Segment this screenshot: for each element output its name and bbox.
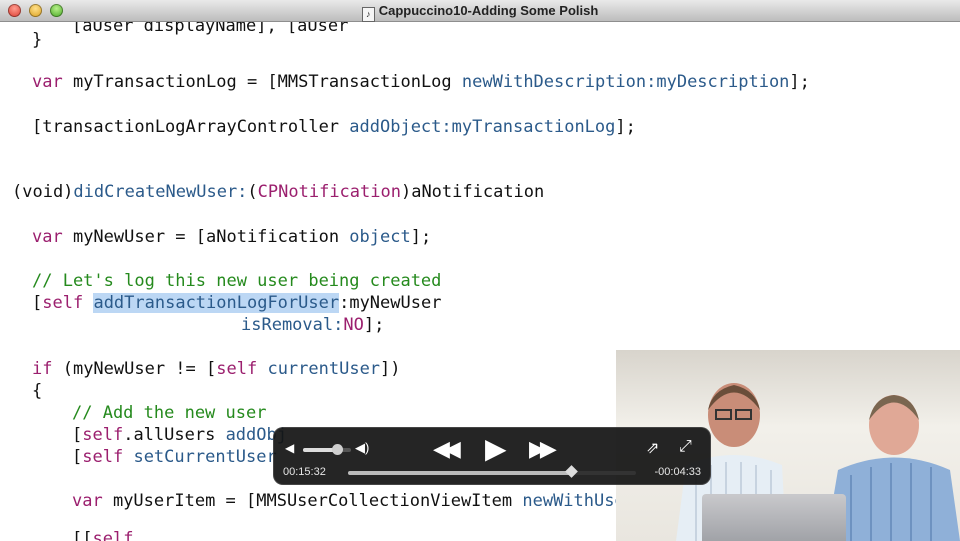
code-line: var myNewUser = [aNotification object]; — [32, 227, 431, 247]
code-token: var — [32, 227, 63, 247]
code-token: ]; — [363, 315, 385, 335]
code-token: didCreateNewUser: — [73, 182, 248, 202]
code-token: :myNewUser — [339, 293, 442, 313]
volume-high-icon[interactable]: ◀) — [355, 440, 369, 456]
code-line: [self addTransactionLogForUser:myNewUser — [32, 293, 441, 313]
code-line: // Let's log this new user being created — [32, 271, 441, 291]
volume-slider[interactable] — [303, 444, 351, 455]
code-token: self — [42, 293, 84, 313]
code-token: [ — [72, 425, 83, 445]
code-token: object — [349, 227, 411, 247]
playback-scrubber[interactable] — [348, 465, 636, 478]
code-token: self — [82, 447, 124, 467]
code-token: var — [32, 72, 63, 92]
code-token: // Add the new user — [72, 403, 267, 423]
code-token: [ — [32, 293, 43, 313]
movie-file-icon: ♪ — [361, 7, 375, 22]
code-line: // Add the new user — [72, 403, 266, 423]
code-token: myTransactionLog = [ — [62, 72, 278, 92]
code-token: MMSTransactionLog — [277, 72, 452, 92]
code-line: { — [32, 381, 42, 401]
code-token: var — [72, 491, 103, 511]
playback-progress-fill — [348, 471, 571, 475]
window-title-group: ♪ Cappuccino10-Adding Some Polish — [0, 3, 960, 22]
volume-low-icon[interactable]: ◀ — [285, 441, 294, 455]
code-token: ]) — [380, 359, 401, 379]
fast-forward-icon[interactable]: ▶▶ — [529, 436, 557, 462]
code-token: setCurrentUser — [133, 447, 277, 467]
code-token: [ — [72, 447, 83, 467]
code-token: .allUsers — [123, 425, 226, 445]
code-line: [[self — [72, 529, 133, 541]
remaining-time: -00:04:33 — [654, 466, 701, 478]
code-token: currentUser — [267, 359, 381, 379]
code-token: ]; — [789, 72, 810, 92]
code-token: // Let's log this new user being created — [32, 271, 442, 291]
code-line: [aUser displayName], [aUser — [72, 22, 349, 36]
code-token: myNewUser = [aNotification — [62, 227, 350, 247]
window-titlebar: ♪ Cappuccino10-Adding Some Polish — [0, 0, 960, 22]
code-token: [[ — [72, 529, 93, 541]
code-token: if — [32, 359, 53, 379]
code-token: (myNewUser != [ — [52, 359, 217, 379]
code-line: var myTransactionLog = [MMSTransactionLo… — [32, 72, 810, 92]
code-line: [self setCurrentUser — [72, 447, 277, 467]
code-token: self — [82, 425, 124, 445]
code-line: (void)didCreateNewUser:(CPNotification)a… — [12, 182, 544, 202]
rewind-icon[interactable]: ◀◀ — [433, 436, 461, 462]
elapsed-time: 00:15:32 — [283, 466, 326, 478]
code-line: } — [32, 30, 43, 50]
code-line: [transactionLogArrayController addObject… — [32, 117, 636, 137]
volume-slider-knob[interactable] — [331, 444, 343, 455]
code-token: CPNotification — [257, 182, 401, 202]
code-token: myUserItem = [MMSUserCollectionViewItem — [102, 491, 523, 511]
fullscreen-icon[interactable]: ⤢ — [679, 438, 692, 456]
code-token: newWithDescription:myDescription — [461, 72, 790, 92]
code-token: addObject:myTransactionLog — [349, 117, 616, 137]
code-token: isRemoval: — [241, 315, 344, 335]
code-token: ]; — [410, 227, 432, 247]
playback-controls-hud: ◀ ◀) ◀◀ ▶ ▶▶ ⇗ ⤢ 00:15:32 -00:04:33 — [273, 427, 711, 485]
code-line: isRemoval:NO]; — [241, 315, 384, 335]
code-token: [transactionLogArrayController — [32, 117, 350, 137]
code-token: self — [216, 359, 258, 379]
code-token: )aNotification — [400, 182, 545, 202]
code-line: if (myNewUser != [self currentUser]) — [32, 359, 401, 379]
laptop-lid — [702, 494, 846, 541]
code-token: NO — [343, 315, 364, 335]
share-icon[interactable]: ⇗ — [646, 438, 659, 458]
code-token: self — [92, 529, 134, 541]
code-token: { — [32, 381, 43, 401]
code-token: ( — [247, 182, 258, 202]
presenter-right-figure — [826, 395, 960, 541]
code-line: var myUserItem = [MMSUserCollectionViewI… — [72, 491, 645, 511]
code-token: ]; — [615, 117, 636, 137]
window-title: Cappuccino10-Adding Some Polish — [378, 3, 599, 18]
selected-code-token: addTransactionLogForUser — [93, 293, 340, 313]
playhead-knob[interactable] — [565, 465, 578, 478]
code-line: [self.allUsers addObj — [72, 425, 287, 445]
play-icon[interactable]: ▶ — [485, 432, 507, 465]
code-token: (void) — [12, 182, 74, 202]
